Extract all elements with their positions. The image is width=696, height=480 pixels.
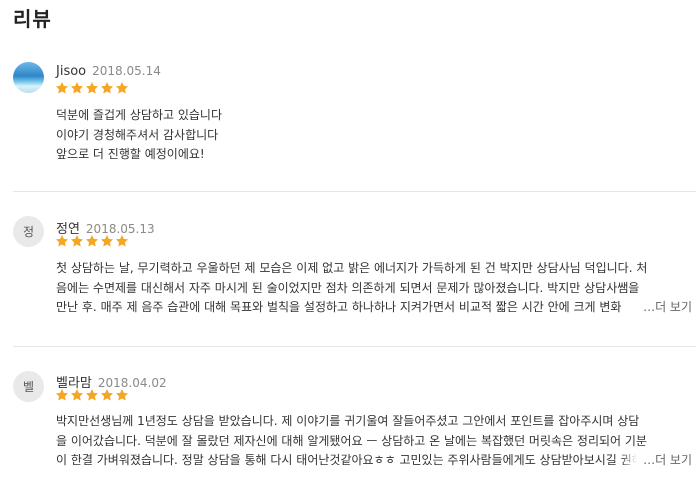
- review-text: 덕분에 즐겁게 상담하고 있습니다 이야기 경청해주셔서 감사합니다 앞으로 더…: [56, 106, 692, 165]
- reviewer-name: Jisoo: [56, 64, 87, 79]
- star-icon: [100, 82, 114, 94]
- review-text: 박지만선생님께 1년정도 상담을 받았습니다. 제 이야기를 귀기울여 잘들어주…: [56, 412, 692, 471]
- avatar-initial: 정: [22, 225, 35, 239]
- star-icon: [115, 235, 129, 247]
- read-more-link[interactable]: …더 보기: [621, 298, 692, 318]
- star-icon: [115, 389, 129, 401]
- star-icon: [70, 82, 84, 94]
- review-text-line: 앞으로 더 진행할 예정이에요!: [56, 147, 205, 161]
- review-text-line-clamped: 이 한결 가벼워졌습니다. 정말 상담을 통해 다시 태어난것같아요ㅎㅎ 고민있…: [56, 451, 692, 471]
- review-text-line: 음에는 수면제를 대신해서 자주 마시게 된 술이었지만 점차 의존하게 되면서…: [56, 280, 640, 295]
- avatar: 정: [13, 216, 44, 247]
- review-text-line-clamped: 만난 후. 매주 제 음주 습관에 대해 목표와 벌칙을 설정하고 하나하나 지…: [56, 298, 692, 318]
- avatar: 벨: [13, 371, 44, 402]
- review-text-line: 이 한결 가벼워졌습니다. 정말 상담을 통해 다시 태어난것같아요ㅎㅎ 고민있…: [56, 453, 654, 467]
- review-text: 첫 상담하는 날, 무기력하고 우울하던 제 모습은 이제 없고 밝은 에너지가…: [56, 259, 692, 318]
- star-rating: [55, 81, 129, 95]
- star-icon: [85, 389, 99, 401]
- star-icon: [55, 389, 69, 401]
- review-date: 2018.05.14: [92, 64, 161, 78]
- section-title: 리뷰: [13, 7, 52, 31]
- reviews-page: 리뷰 Jisoo 2018.05.14 덕분에 즐겁게 상담하고 있습니다 이야기…: [0, 0, 696, 480]
- star-rating: [55, 388, 129, 402]
- review-text-line: 덕분에 즐겁게 상담하고 있습니다: [56, 108, 223, 122]
- review-text-line: 을 이어갔습니다. 덕분에 잘 몰랐던 제자신에 대해 알게됐어요 ㅡ 상담하고…: [56, 433, 647, 448]
- star-icon: [85, 235, 99, 247]
- review-text-line: 첫 상담하는 날, 무기력하고 우울하던 제 모습은 이제 없고 밝은 에너지가…: [56, 261, 648, 275]
- review-text-line: 만난 후. 매주 제 음주 습관에 대해 목표와 벌칙을 설정하고 하나하나 지…: [56, 300, 622, 314]
- star-icon: [100, 235, 114, 247]
- divider: [13, 346, 696, 347]
- avatar: [13, 62, 44, 93]
- reviewer-info: Jisoo 2018.05.14: [56, 64, 161, 79]
- star-icon: [55, 82, 69, 94]
- star-icon: [70, 235, 84, 247]
- divider: [13, 191, 696, 192]
- star-rating: [55, 234, 129, 248]
- star-icon: [115, 82, 129, 94]
- avatar-initial: 벨: [22, 380, 35, 394]
- read-more-link[interactable]: …더 보기: [621, 451, 692, 471]
- star-icon: [55, 235, 69, 247]
- review-text-line: 이야기 경청해주셔서 감사합니다: [56, 127, 219, 142]
- star-icon: [100, 389, 114, 401]
- review-text-line: 박지만선생님께 1년정도 상담을 받았습니다. 제 이야기를 귀기울여 잘들어주…: [56, 414, 640, 428]
- star-icon: [85, 82, 99, 94]
- star-icon: [70, 389, 84, 401]
